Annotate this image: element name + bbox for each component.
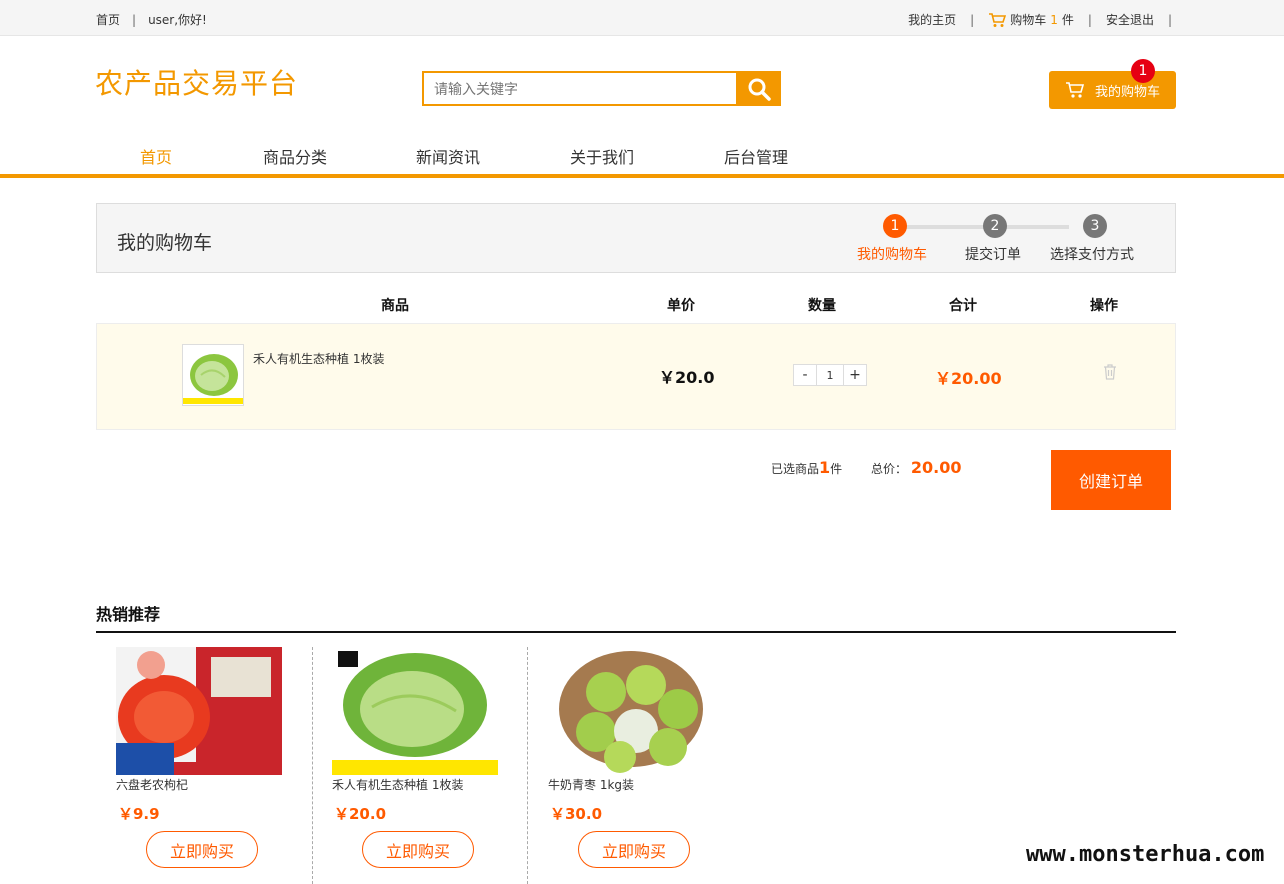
quantity-input[interactable]: 1: [817, 364, 843, 386]
divider: |: [132, 12, 137, 27]
my-home-link[interactable]: 我的主页: [908, 11, 956, 28]
divider: |: [1087, 12, 1092, 27]
page-title: 我的购物车: [117, 232, 213, 254]
nav-item-news[interactable]: 新闻资讯: [416, 144, 480, 168]
top-home-link[interactable]: 首页: [96, 11, 120, 28]
search-icon: [748, 78, 771, 101]
product-name[interactable]: 禾人有机生态种植 1枚装: [332, 776, 463, 793]
step-2-dot: 2: [983, 214, 1007, 238]
watermark: www.monsterhua.com: [1026, 842, 1265, 867]
selected-count-summary: 已选商品1件: [771, 458, 842, 477]
row-subtotal: ￥20.00: [935, 369, 1002, 388]
step-3-label: 选择支付方式: [1050, 247, 1134, 263]
cart-icon: [1066, 82, 1085, 98]
product-thumbnail[interactable]: [182, 344, 244, 406]
top-bar: 首页 | user,你好! 我的主页 | 购物车 1 件 | 安全退出 |: [0, 0, 1284, 36]
divider: |: [1167, 12, 1172, 27]
nav-item-admin[interactable]: 后台管理: [724, 144, 788, 168]
col-header-product: 商品: [381, 298, 409, 314]
step-3-dot: 3: [1083, 214, 1107, 238]
buy-now-button[interactable]: 立即购买: [146, 831, 258, 868]
col-header-unit-price: 单价: [667, 298, 695, 314]
product-name[interactable]: 六盘老农枸杞: [116, 776, 188, 793]
nav-item-categories[interactable]: 商品分类: [263, 144, 327, 168]
cart-header-panel: 我的购物车 1 2 3 我的购物车 提交订单 选择支付方式: [96, 203, 1176, 273]
product-image[interactable]: [116, 647, 282, 775]
selected-suffix: 件: [830, 462, 843, 476]
delete-button[interactable]: [1103, 364, 1117, 384]
hot-product-card: 牛奶青枣 1kg装 ￥30.0 立即购买: [528, 647, 744, 884]
cart-badge: 1: [1131, 59, 1155, 83]
hot-product-card: 禾人有机生态种植 1枚装 ￥20.0 立即购买: [312, 647, 528, 884]
step-1-label: 我的购物车: [857, 247, 927, 263]
cart-count: 1: [1050, 12, 1058, 27]
my-cart-button[interactable]: 我的购物车 1: [1049, 59, 1176, 109]
divider: |: [970, 12, 975, 27]
increase-button[interactable]: +: [843, 364, 867, 386]
total-value: 20.00: [910, 458, 962, 477]
product-name[interactable]: 禾人有机生态种植 1枚装: [253, 350, 384, 367]
hot-divider: [96, 631, 1176, 633]
hot-product-card: 六盘老农枸杞 ￥9.9 立即购买: [96, 647, 312, 884]
product-price: ￥9.9: [118, 805, 160, 823]
total-label: 总价：: [871, 462, 908, 476]
product-image[interactable]: [332, 647, 498, 775]
trash-icon: [1104, 364, 1116, 380]
col-header-quantity: 数量: [808, 298, 836, 314]
buy-now-button[interactable]: 立即购买: [362, 831, 474, 868]
col-header-action: 操作: [1090, 298, 1118, 314]
step-1-dot: 1: [883, 214, 907, 238]
search-input[interactable]: [422, 71, 736, 106]
main-nav: 首页 商品分类 新闻资讯 关于我们 后台管理: [0, 132, 1284, 178]
quantity-stepper: - 1 +: [793, 364, 867, 386]
create-order-button[interactable]: 创建订单: [1051, 450, 1171, 510]
col-header-subtotal: 合计: [949, 298, 977, 314]
user-greeting: user,你好!: [148, 13, 207, 27]
checkout-steps: 1 2 3 我的购物车 提交订单 选择支付方式: [857, 214, 1157, 264]
logout-link[interactable]: 安全退出: [1106, 11, 1154, 28]
cart-icon: [989, 12, 1007, 27]
step-2-label: 提交订单: [965, 247, 1021, 263]
site-logo[interactable]: 农产品交易平台: [95, 62, 298, 102]
search-button[interactable]: [736, 71, 781, 106]
top-cart-link[interactable]: 购物车 1 件: [988, 11, 1074, 28]
selected-count: 1: [819, 458, 831, 477]
decrease-button[interactable]: -: [793, 364, 817, 386]
table-row: 禾人有机生态种植 1枚装 ￥20.0 - 1 + ￥20.00: [96, 323, 1176, 430]
product-image[interactable]: [548, 647, 714, 775]
hot-section-title: 热销推荐: [96, 605, 161, 624]
steps-line: [893, 225, 1069, 229]
buy-now-button[interactable]: 立即购买: [578, 831, 690, 868]
selected-prefix: 已选商品: [771, 462, 820, 476]
product-price: ￥30.0: [550, 805, 603, 823]
product-price: ￥20.0: [334, 805, 387, 823]
nav-item-home[interactable]: 首页: [140, 144, 172, 168]
cart-suffix: 件: [1061, 13, 1074, 27]
nav-item-about[interactable]: 关于我们: [570, 144, 634, 168]
unit-price: ￥20.0: [659, 368, 715, 387]
total-summary: 总价： 20.00: [871, 458, 961, 477]
product-name[interactable]: 牛奶青枣 1kg装: [548, 776, 634, 793]
search-bar: [422, 71, 781, 106]
my-cart-label: 我的购物车: [1095, 84, 1161, 100]
cart-prefix: 购物车: [1010, 13, 1047, 27]
